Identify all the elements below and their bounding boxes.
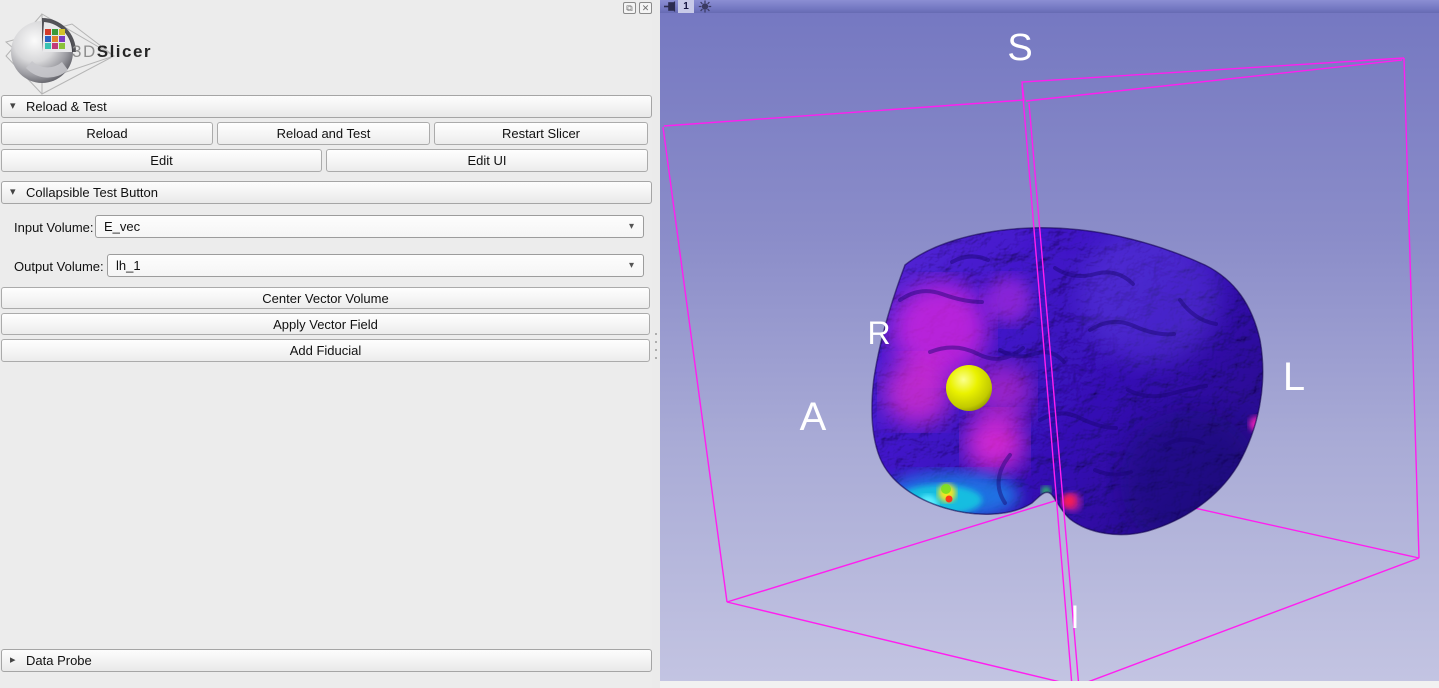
logo-mosaic — [45, 29, 65, 49]
orientation-label-anterior: A — [800, 395, 827, 439]
input-volume-label: Input Volume: — [14, 220, 94, 235]
threed-scene: S R A L I — [660, 0, 1439, 682]
section-title: Collapsible Test Button — [26, 182, 158, 203]
logo-wordmark: 3DSlicer — [72, 42, 152, 62]
reload-and-test-button[interactable]: Reload and Test — [217, 122, 430, 145]
section-header-collapsible-test[interactable]: ▾ Collapsible Test Button — [1, 181, 652, 204]
add-fiducial-button[interactable]: Add Fiducial — [1, 339, 650, 362]
section-header-reload-test[interactable]: ▾ Reload & Test — [1, 95, 652, 118]
section-title: Reload & Test — [26, 96, 107, 117]
input-volume-combobox[interactable]: E_vec ▾ — [95, 215, 644, 238]
output-volume-combobox[interactable]: lh_1 ▾ — [107, 254, 644, 277]
output-volume-label: Output Volume: — [14, 259, 104, 274]
section-header-data-probe[interactable]: ▸ Data Probe — [1, 649, 652, 672]
input-volume-value: E_vec — [104, 219, 140, 234]
view-controller-bar: 1 — [660, 0, 1439, 13]
brain-model — [860, 218, 1270, 550]
orientation-label-left: L — [1283, 355, 1305, 399]
reload-button[interactable]: Reload — [1, 122, 213, 145]
view-label[interactable]: 1 — [678, 0, 694, 13]
orientation-label-inferior: I — [1071, 599, 1080, 635]
orientation-label-superior: S — [1007, 27, 1032, 69]
edit-button[interactable]: Edit — [1, 149, 322, 172]
pushpin-icon[interactable] — [663, 0, 676, 13]
center-vector-volume-button[interactable]: Center Vector Volume — [1, 287, 650, 309]
threed-viewport[interactable]: S R A L I 1 — [660, 0, 1439, 682]
close-panel-icon[interactable]: ✕ — [639, 2, 652, 14]
output-volume-value: lh_1 — [116, 258, 141, 273]
undock-panel-icon[interactable]: ⧉ — [623, 2, 636, 14]
chevron-down-icon: ▾ — [10, 96, 16, 117]
apply-vector-field-button[interactable]: Apply Vector Field — [1, 313, 650, 335]
logo-slicer-text: Slicer — [97, 42, 152, 61]
section-title: Data Probe — [26, 650, 92, 671]
view-gear-icon[interactable] — [698, 0, 712, 13]
chevron-right-icon: ▸ — [10, 650, 16, 671]
edit-ui-button[interactable]: Edit UI — [326, 149, 648, 172]
window-bottom-edge — [660, 681, 1439, 688]
orientation-label-right: R — [867, 315, 890, 351]
restart-slicer-button[interactable]: Restart Slicer — [434, 122, 648, 145]
slicer-window: ⧉ ✕ — [0, 0, 1439, 688]
chevron-down-icon: ▾ — [10, 182, 16, 203]
panel-splitter-handle[interactable] — [652, 0, 660, 688]
chevron-down-icon: ▾ — [629, 216, 634, 237]
chevron-down-icon: ▾ — [629, 255, 634, 276]
module-panel: ⧉ ✕ — [0, 0, 652, 688]
fiducial-marker[interactable] — [946, 365, 992, 411]
logo-3d-text: 3D — [72, 42, 97, 61]
